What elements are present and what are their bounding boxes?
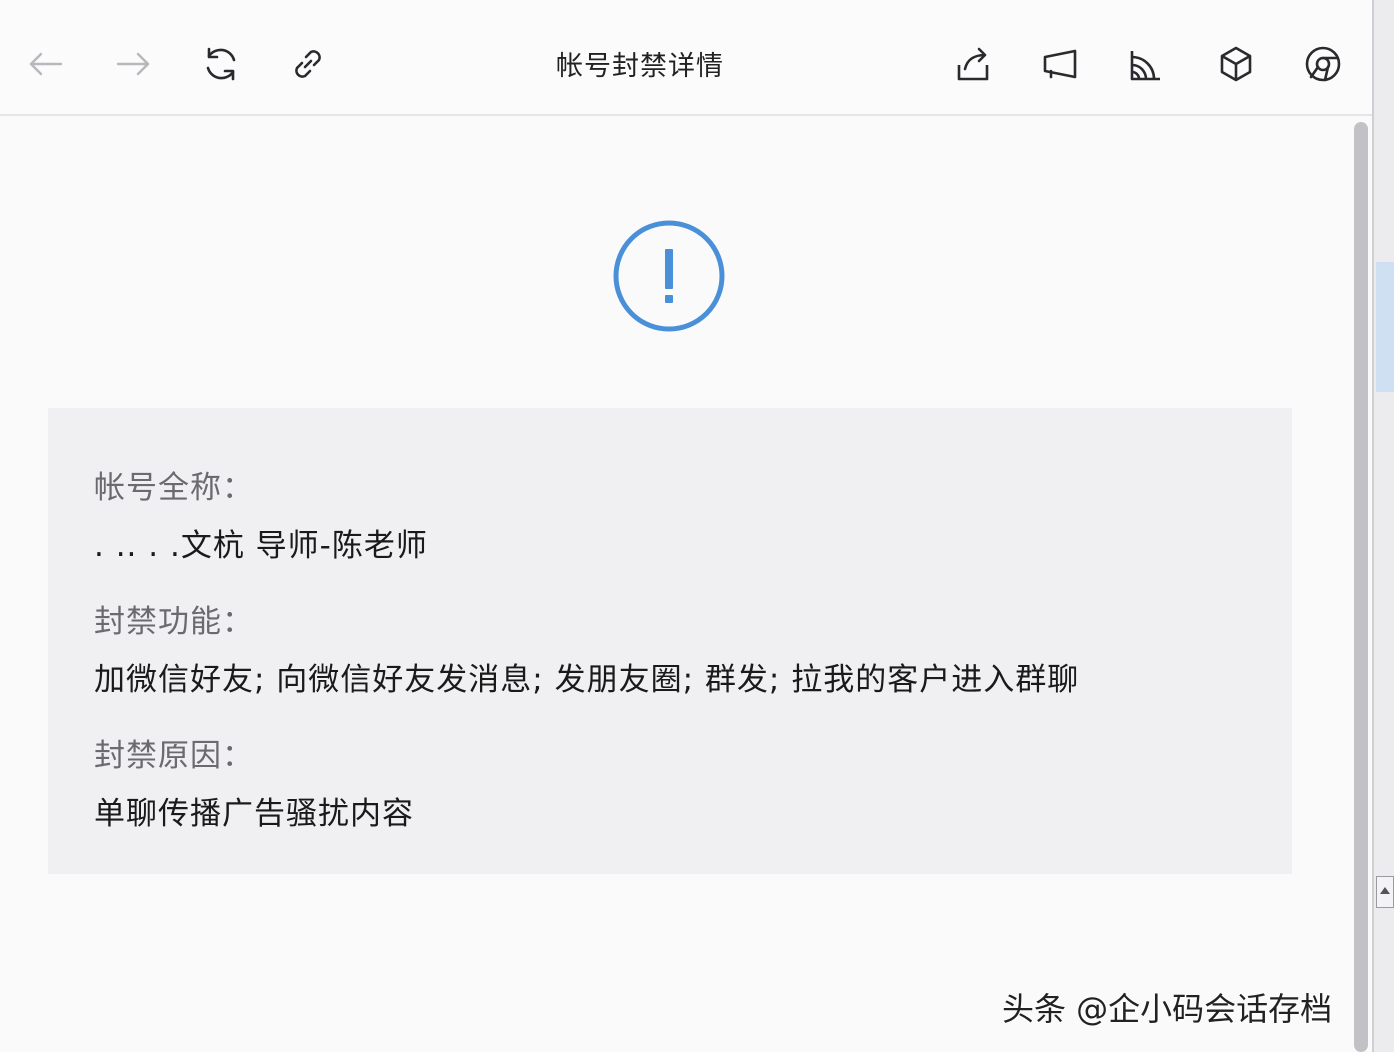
rss-button[interactable] — [1123, 40, 1171, 88]
adjacent-scroll-up-button[interactable] — [1376, 876, 1394, 908]
back-button[interactable] — [22, 40, 70, 88]
arrow-left-icon — [29, 52, 63, 76]
exclamation-circle-icon — [613, 220, 725, 332]
ban-reason-value: 单聊传播广告骚扰内容 — [94, 796, 414, 832]
account-name-value: . .. . .文杭 导师-陈老师 — [94, 528, 428, 564]
ban-details-panel: 帐号全称： . .. . .文杭 导师-陈老师 封禁功能： 加微信好友; 向微信… — [48, 408, 1292, 874]
toolbar: 帐号封禁详情 — [0, 0, 1372, 116]
ban-reason-label: 封禁原因： — [94, 738, 254, 774]
adjacent-selection — [1376, 262, 1394, 392]
megaphone-icon — [1043, 49, 1077, 79]
share-icon — [957, 47, 989, 81]
account-name-label: 帐号全称： — [94, 470, 254, 506]
refresh-icon — [206, 47, 236, 81]
cube-icon — [1220, 46, 1252, 82]
scrollbar-thumb[interactable] — [1354, 122, 1368, 1052]
link-icon — [295, 50, 321, 78]
package-button[interactable] — [1212, 40, 1260, 88]
banned-features-value: 加微信好友; 向微信好友发消息; 发朋友圈; 群发; 拉我的客户进入群聊 — [94, 662, 1080, 698]
content-area: 帐号全称： . .. . .文杭 导师-陈老师 封禁功能： 加微信好友; 向微信… — [0, 116, 1340, 1052]
banned-features-label: 封禁功能： — [94, 604, 254, 640]
open-in-browser-button[interactable] — [1299, 40, 1347, 88]
refresh-button[interactable] — [197, 40, 245, 88]
scrollbar[interactable] — [1350, 116, 1372, 1052]
watermark: 头条 @企小码会话存档 — [1002, 990, 1333, 1028]
rss-icon — [1130, 51, 1160, 81]
cast-button[interactable] — [1036, 40, 1084, 88]
arrow-right-icon — [116, 52, 150, 76]
page-title: 帐号封禁详情 — [556, 51, 724, 82]
adjacent-window-edge — [1372, 0, 1394, 1052]
forward-button[interactable] — [109, 40, 157, 88]
copy-link-button[interactable] — [284, 40, 332, 88]
chrome-icon — [1305, 46, 1341, 82]
share-button[interactable] — [948, 40, 996, 88]
